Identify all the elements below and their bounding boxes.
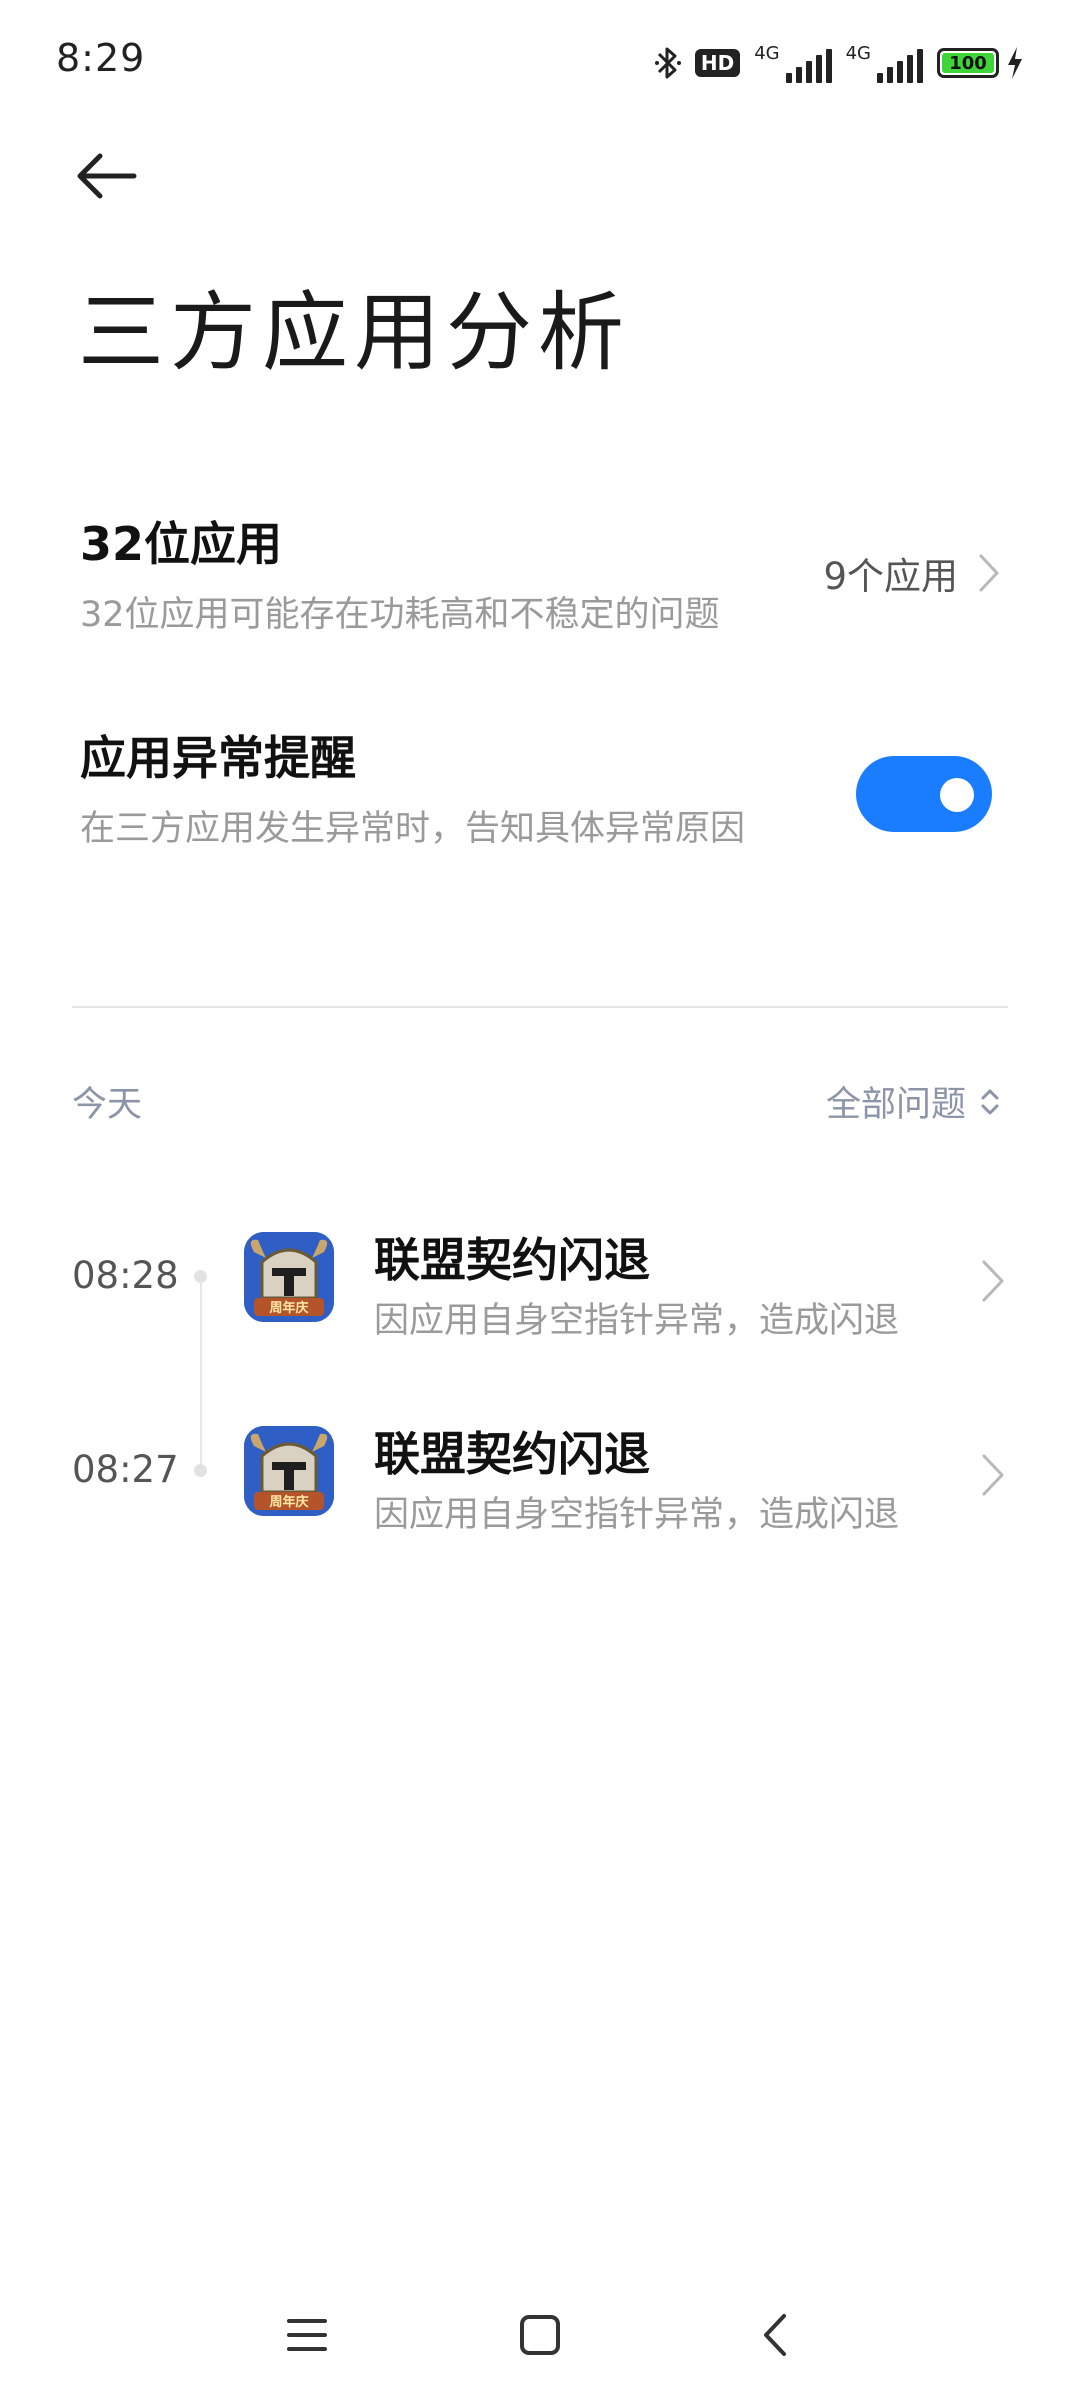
list-item[interactable]: 08:27 周年庆 联盟契约闪退 因应用自身空指针异常，造成闪退	[72, 1406, 1008, 1546]
status-bar: 8:29 HD 4G 4G 100	[0, 0, 1080, 124]
app32-setting-row[interactable]: 32位应用 32位应用可能存在功耗高和不稳定的问题 9个应用	[80, 508, 1000, 635]
back-icon	[764, 2314, 786, 2356]
alert-setting-row: 应用异常提醒 在三方应用发生异常时，告知具体异常原因	[80, 722, 1000, 849]
back-arrow-icon	[77, 153, 137, 199]
icon-badge-text: 周年庆	[269, 1300, 308, 1316]
problem-filter-dropdown[interactable]: 全部问题	[826, 1076, 1000, 1127]
event-description: 因应用自身空指针异常，造成闪退	[374, 1301, 900, 1341]
status-time: 8:29	[56, 36, 146, 80]
chevron-updown-icon	[981, 1089, 999, 1114]
chevron-right-icon	[982, 1454, 1004, 1496]
event-description: 因应用自身空指针异常，造成闪退	[374, 1495, 900, 1535]
charging-icon	[1006, 46, 1024, 80]
status-icons: HD 4G 4G 100	[654, 40, 1024, 86]
event-title: 联盟契约闪退	[374, 1427, 650, 1481]
divider	[72, 1006, 1008, 1008]
event-time: 08:27	[72, 1448, 179, 1491]
filter-label: 全部问题	[825, 1085, 966, 1125]
signal-icon: 4G	[846, 43, 923, 83]
toggle-knob	[940, 778, 974, 812]
navigation-bar	[0, 2290, 1080, 2380]
icon-badge-text: 周年庆	[269, 1494, 308, 1510]
timeline-dot	[194, 1270, 207, 1283]
menu-icon	[287, 2319, 327, 2351]
battery-icon: 100	[937, 48, 999, 78]
chevron-right-icon	[979, 554, 999, 592]
list-item[interactable]: 08:28 周年庆 联盟契约闪退 因应用自身空指针异常，造成闪退	[72, 1212, 1008, 1352]
back-button[interactable]	[70, 140, 142, 212]
section-date: 今天	[72, 1085, 143, 1125]
hd-icon: HD	[694, 49, 741, 77]
signal-icon: 4G	[754, 43, 832, 83]
app-icon: 周年庆	[244, 1426, 334, 1516]
event-time: 08:28	[72, 1254, 179, 1297]
home-icon	[520, 2315, 560, 2355]
app32-count: 9个应用	[823, 555, 958, 598]
log-section-header: 今天 全部问题	[72, 1076, 1008, 1126]
app32-value[interactable]: 9个应用	[823, 546, 1000, 600]
app-icon: 周年庆	[244, 1232, 334, 1322]
alert-toggle[interactable]	[856, 756, 992, 832]
chevron-right-icon	[982, 1260, 1004, 1302]
recent-apps-button[interactable]	[272, 2300, 342, 2370]
timeline-dot	[194, 1464, 207, 1477]
bluetooth-icon	[654, 44, 681, 82]
page-title: 三方应用分析	[78, 283, 630, 383]
home-button[interactable]	[505, 2300, 575, 2370]
nav-back-button[interactable]	[740, 2300, 810, 2370]
event-title: 联盟契约闪退	[374, 1233, 650, 1287]
